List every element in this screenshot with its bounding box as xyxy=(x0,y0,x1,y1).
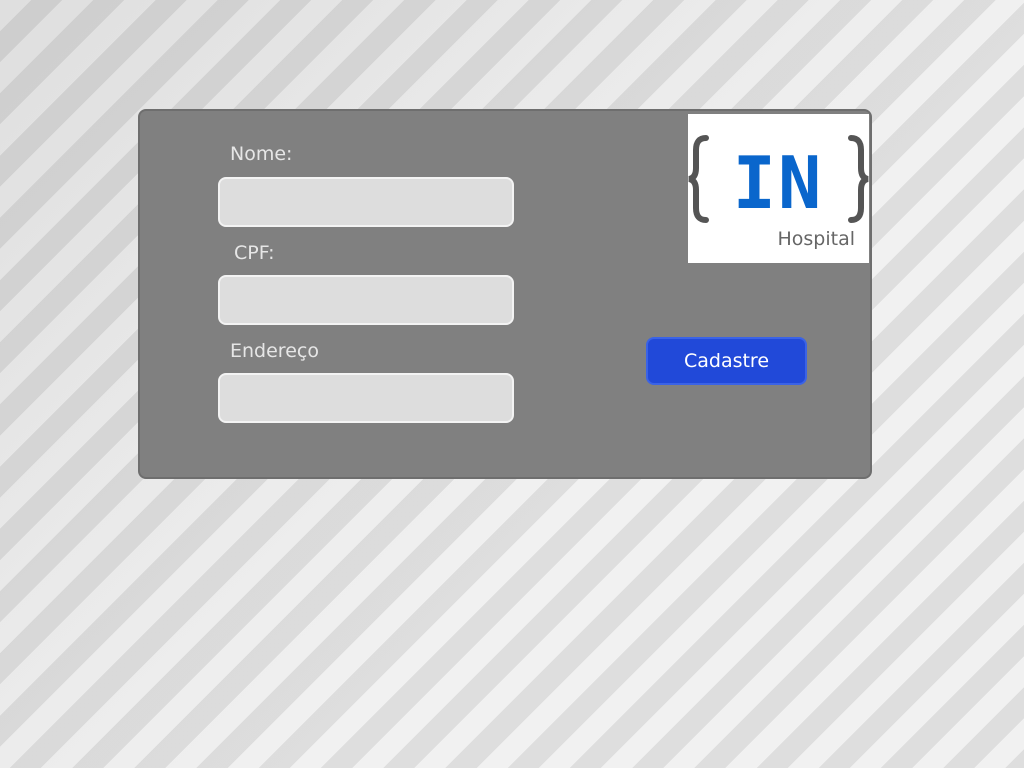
left-brace-icon xyxy=(688,135,709,223)
logo-caption: Hospital xyxy=(777,228,855,250)
registration-panel: Nome: CPF: Endereço IN Hospital Cadastre xyxy=(138,109,872,479)
name-input[interactable] xyxy=(218,177,514,227)
hospital-logo: IN Hospital xyxy=(688,114,869,263)
logo-mark-icon: IN xyxy=(688,135,869,224)
register-button[interactable]: Cadastre xyxy=(646,337,807,385)
name-label: Nome: xyxy=(230,143,293,165)
cpf-label: CPF: xyxy=(234,242,275,264)
right-brace-icon xyxy=(848,135,869,223)
logo-wordmark: IN xyxy=(733,141,824,224)
cpf-input[interactable] xyxy=(218,275,514,325)
address-label: Endereço xyxy=(230,340,319,362)
address-input[interactable] xyxy=(218,373,514,423)
